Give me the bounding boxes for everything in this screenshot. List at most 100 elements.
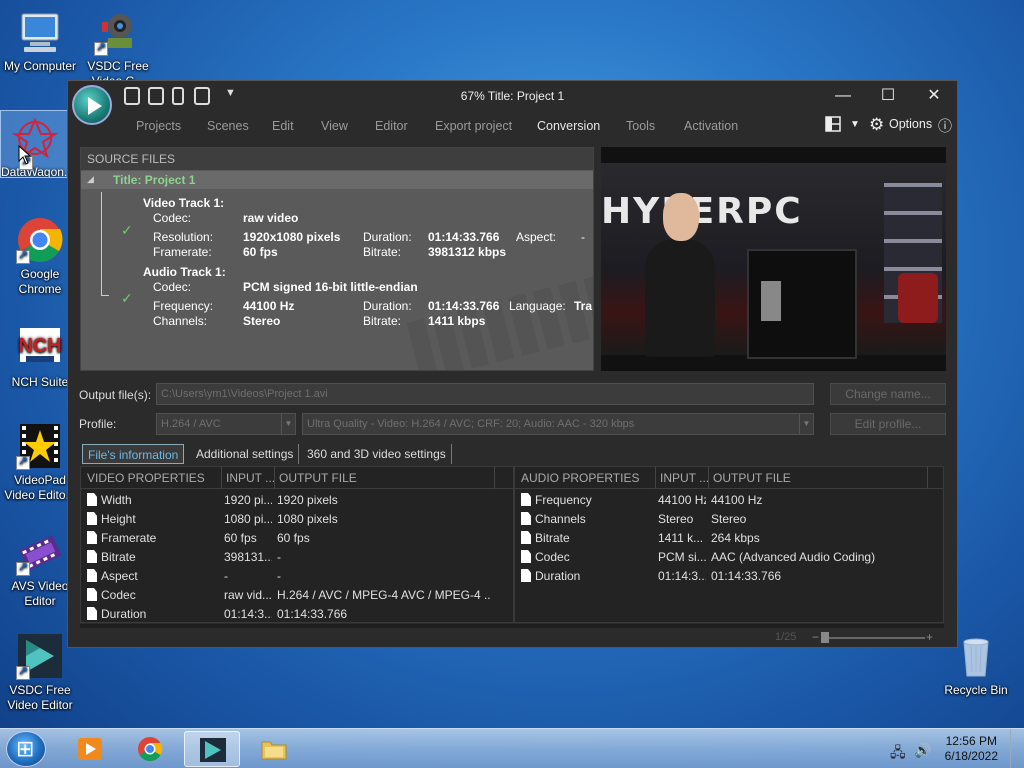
document-icon bbox=[87, 493, 97, 506]
table-row[interactable]: Width 1920 pi... 1920 pixels bbox=[81, 491, 513, 510]
layout-icon[interactable] bbox=[825, 116, 841, 135]
start-button[interactable] bbox=[6, 731, 46, 767]
table-row[interactable]: Height 1080 pi... 1080 pixels bbox=[81, 510, 513, 529]
table-row[interactable]: Frequency 44100 Hz 44100 Hz bbox=[515, 491, 943, 510]
table-row[interactable]: Framerate 60 fps 60 fps bbox=[81, 529, 513, 548]
table-row[interactable]: Duration 01:14:3... 01:14:33.766 bbox=[515, 567, 943, 586]
menu-activation[interactable]: Activation bbox=[684, 119, 738, 133]
video-bitrate-label: Bitrate: bbox=[363, 245, 402, 259]
input-value: - bbox=[224, 569, 228, 583]
app-logo-icon[interactable] bbox=[72, 85, 112, 125]
profile-format-value: H.264 / AVC bbox=[161, 418, 221, 430]
tab-360-3d-settings[interactable]: 360 and 3D video settings bbox=[302, 444, 452, 464]
output-value: - bbox=[277, 550, 281, 564]
menu-view[interactable]: View bbox=[321, 119, 348, 133]
maximize-button[interactable]: ☐ bbox=[868, 85, 908, 107]
taskbar-file-explorer[interactable] bbox=[246, 731, 302, 767]
tab-additional-settings[interactable]: Additional settings bbox=[191, 444, 300, 464]
minimize-button[interactable]: — bbox=[823, 85, 863, 107]
nch-suite-icon: NCH bbox=[16, 324, 64, 372]
table-row[interactable]: Bitrate 1411 k... 264 kbps bbox=[515, 529, 943, 548]
project-tree-node[interactable]: ◢ Title: Project 1 bbox=[81, 171, 593, 189]
input-value: 1080 pi... bbox=[224, 512, 272, 526]
taskbar-vsdc-editor[interactable] bbox=[184, 731, 240, 767]
audio-duration-label: Duration: bbox=[363, 299, 412, 313]
audio-track-name: Audio Track 1: bbox=[143, 265, 226, 279]
clock[interactable]: 12:56 PM 6/18/2022 bbox=[945, 734, 998, 764]
taskbar-chrome[interactable] bbox=[122, 731, 178, 767]
table-row[interactable]: Codec PCM si... AAC (Advanced Audio Coding… bbox=[515, 548, 943, 567]
property-name: Width bbox=[101, 493, 132, 507]
audio-channels-label: Channels: bbox=[153, 314, 208, 328]
document-icon bbox=[87, 569, 97, 582]
table-row[interactable]: Codec raw vid... H.264 / AVC / MPEG-4 AVC … bbox=[81, 586, 513, 605]
zoom-slider-track[interactable] bbox=[825, 637, 925, 639]
column-header[interactable]: AUDIO PROPERTIES bbox=[521, 471, 639, 485]
source-files-header: SOURCE FILES bbox=[81, 148, 593, 170]
show-desktop-button[interactable] bbox=[1010, 729, 1024, 768]
audio-language-label: Language: bbox=[509, 299, 566, 313]
zoom-out-button[interactable]: − bbox=[812, 630, 819, 644]
videopad-icon bbox=[16, 422, 64, 470]
output-path-field[interactable]: C:\Users\ym1\Videos\Project 1.avi bbox=[156, 383, 814, 405]
layout-dropdown-icon[interactable]: ▼ bbox=[850, 119, 860, 130]
zoom-label: 1/25 bbox=[775, 631, 797, 643]
column-header[interactable]: INPUT ... bbox=[660, 471, 708, 485]
recycle-bin-icon bbox=[952, 632, 1000, 680]
folder-icon bbox=[261, 741, 287, 760]
menu-editor[interactable]: Editor bbox=[375, 119, 408, 133]
menu-projects[interactable]: Projects bbox=[136, 119, 181, 133]
property-name: Bitrate bbox=[101, 550, 136, 564]
profile-preset-select[interactable]: Ultra Quality - Video: H.264 / AVC; CRF:… bbox=[302, 413, 814, 435]
desktop-icon-my-computer[interactable]: My Computer bbox=[0, 8, 80, 74]
network-icon[interactable]: 🖧 bbox=[890, 742, 906, 766]
column-header[interactable]: VIDEO PROPERTIES bbox=[87, 471, 205, 485]
computer-icon bbox=[16, 8, 64, 56]
edit-profile-button[interactable]: Edit profile... bbox=[830, 413, 946, 435]
input-value: PCM si... bbox=[658, 550, 706, 564]
document-icon bbox=[521, 512, 531, 525]
audio-channels-value: Stereo bbox=[243, 314, 281, 328]
tab-files-information[interactable]: File's information bbox=[82, 444, 185, 464]
menu-conversion[interactable]: Conversion bbox=[537, 119, 600, 133]
desktop-icon-datawagon[interactable]: DataWagon... bbox=[0, 110, 70, 178]
chevron-down-icon: ▼ bbox=[281, 414, 295, 434]
input-value: Stereo bbox=[658, 512, 694, 526]
table-row[interactable]: Aspect - - bbox=[81, 567, 513, 586]
column-header[interactable]: OUTPUT FILE bbox=[279, 471, 357, 485]
preview-chair bbox=[898, 273, 938, 323]
preview-person-head bbox=[663, 193, 699, 241]
menu-tools[interactable]: Tools bbox=[626, 119, 655, 133]
video-preview[interactable]: HYPERPC bbox=[601, 147, 946, 371]
property-name: Frequency bbox=[535, 493, 592, 507]
profile-format-select[interactable]: H.264 / AVC ▼ bbox=[156, 413, 296, 435]
volume-icon[interactable]: 🔊 bbox=[914, 742, 931, 759]
shortcut-arrow-icon bbox=[16, 248, 30, 264]
property-name: Codec bbox=[535, 550, 570, 564]
taskbar-media-player[interactable] bbox=[62, 731, 118, 767]
video-duration-label: Duration: bbox=[363, 230, 412, 244]
options-button[interactable]: Options bbox=[889, 117, 932, 131]
column-header[interactable]: OUTPUT FILE bbox=[713, 471, 791, 485]
column-header[interactable]: INPUT ... bbox=[226, 471, 274, 485]
menu-edit[interactable]: Edit bbox=[272, 119, 294, 133]
table-header: AUDIO PROPERTIES INPUT ... OUTPUT FILE bbox=[515, 467, 943, 489]
menu-scenes[interactable]: Scenes bbox=[207, 119, 249, 133]
document-icon bbox=[87, 550, 97, 563]
property-name: Duration bbox=[101, 607, 147, 621]
info-icon[interactable]: ⓘ bbox=[938, 116, 952, 136]
zoom-slider-thumb[interactable] bbox=[821, 632, 829, 643]
table-row[interactable]: Duration 01:14:3... 01:14:33.766 bbox=[81, 605, 513, 624]
desktop-icon-label: DataWagon... bbox=[1, 165, 70, 178]
table-row[interactable]: Bitrate 398131... - bbox=[81, 548, 513, 567]
options-gear-icon[interactable]: ⚙ bbox=[869, 115, 884, 135]
table-row[interactable]: Channels Stereo Stereo bbox=[515, 510, 943, 529]
change-name-button[interactable]: Change name... bbox=[830, 383, 946, 405]
close-button[interactable]: ✕ bbox=[914, 85, 954, 107]
property-name: Codec bbox=[101, 588, 136, 602]
desktop-icon-vsdc-video-capture[interactable]: VSDC Free Video C... bbox=[78, 8, 158, 86]
menu-export-project[interactable]: Export project bbox=[435, 119, 512, 133]
document-icon bbox=[87, 607, 97, 620]
zoom-in-button[interactable]: + bbox=[926, 630, 933, 644]
collapse-triangle-icon[interactable]: ◢ bbox=[87, 174, 94, 185]
